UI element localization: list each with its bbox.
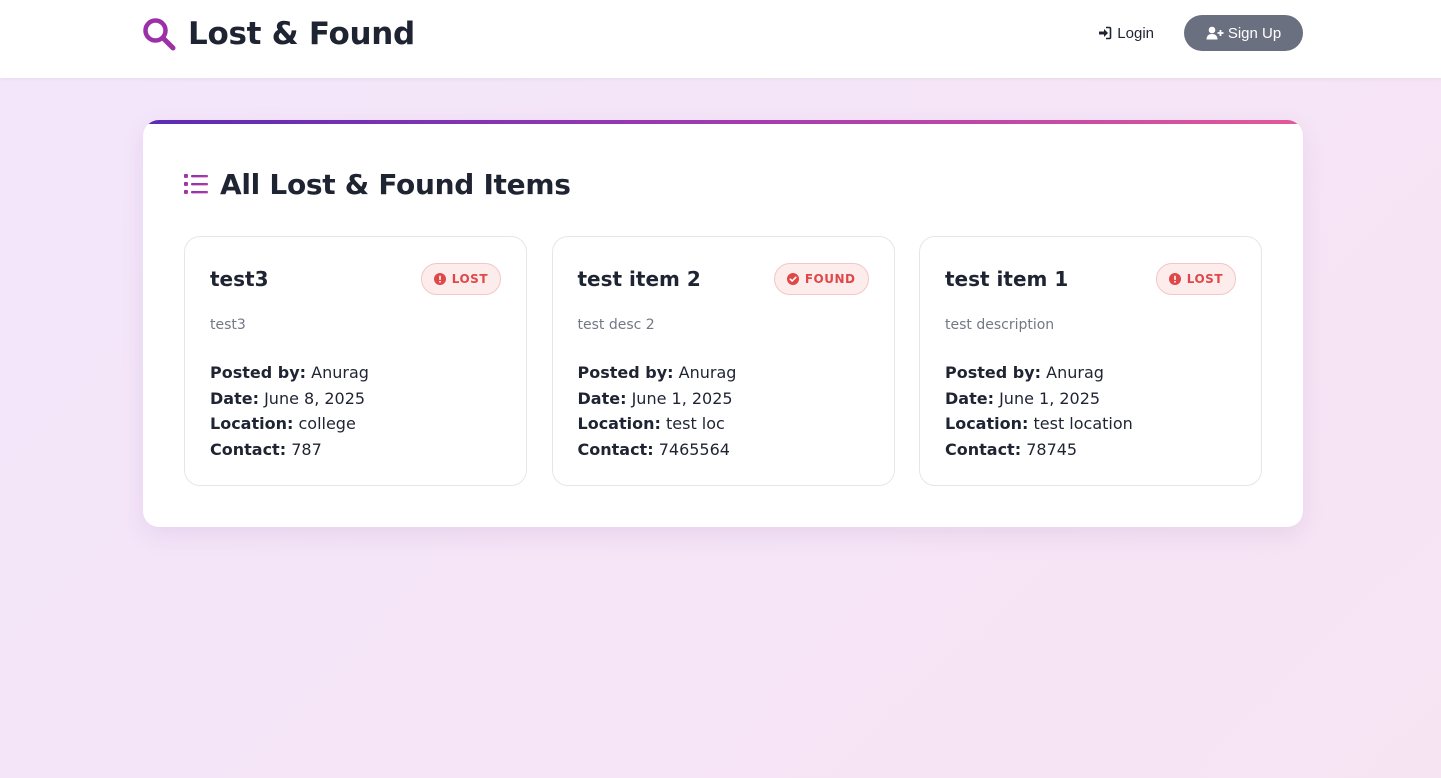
posted-by-label: Posted by: [945,363,1042,382]
nav-actions: Login Sign Up [1098,15,1303,51]
item-details: Posted by: Anurag Date: June 1, 2025 Loc… [578,360,737,462]
items-panel: All Lost & Found Items test3 LOST test3 … [143,120,1303,527]
user-plus-icon [1206,26,1224,40]
status-label: LOST [1186,272,1223,286]
posted-by-row: Posted by: Anurag [945,360,1133,386]
location-row: Location: test loc [578,411,737,437]
login-link[interactable]: Login [1098,25,1154,42]
location-value: test location [1033,414,1133,433]
panel-title: All Lost & Found Items [220,167,571,201]
posted-by-value: Anurag [1046,363,1104,382]
item-details: Posted by: Anurag Date: June 1, 2025 Loc… [945,360,1133,462]
contact-value: 787 [291,439,322,459]
status-badge-found: FOUND [773,263,869,295]
panel-header: All Lost & Found Items [184,164,571,204]
location-value: test loc [665,414,725,433]
signup-button[interactable]: Sign Up [1184,15,1303,51]
location-label: Location: [210,414,294,433]
item-card[interactable]: test3 LOST test3 Posted by: Anurag Date:… [184,236,527,486]
item-card[interactable]: test item 2 FOUND test desc 2 Posted by:… [551,236,895,486]
posted-by-row: Posted by: Anurag [210,360,369,386]
contact-label: Contact: [945,439,1022,459]
contact-value: 78745 [1026,439,1078,459]
list-icon [184,174,208,194]
item-title: test item 1 [945,267,1069,291]
item-cards: test3 LOST test3 Posted by: Anurag Date:… [184,236,1262,486]
date-row: Date: June 1, 2025 [578,386,737,412]
location-label: Location: [945,414,1029,433]
date-row: Date: June 8, 2025 [210,386,369,412]
panel-accent-bar [143,120,1303,124]
item-card[interactable]: test item 1 LOST test description Posted… [919,236,1262,486]
date-row: Date: June 1, 2025 [945,386,1133,412]
location-value: college [298,414,356,433]
brand[interactable]: Lost & Found [142,14,415,54]
exclamation-circle-icon [1168,273,1181,285]
contact-row: Contact: 787 [210,437,369,463]
date-label: Date: [210,388,259,408]
check-circle-icon [786,273,799,285]
status-label: LOST [451,272,488,286]
date-value: June 1, 2025 [631,388,733,408]
exclamation-circle-icon [433,273,446,285]
navbar: Lost & Found Login Sign Up [0,0,1441,78]
location-row: Location: test location [945,411,1133,437]
date-label: Date: [945,388,994,408]
brand-title: Lost & Found [188,16,415,52]
posted-by-label: Posted by: [577,363,674,382]
contact-row: Contact: 78745 [945,437,1133,463]
item-description: test desc 2 [577,317,655,333]
posted-by-value: Anurag [311,363,369,382]
location-label: Location: [577,414,661,433]
date-label: Date: [577,388,627,408]
contact-label: Contact: [577,439,654,459]
signup-label: Sign Up [1227,24,1282,42]
search-icon [143,18,176,51]
item-description: test3 [210,317,246,333]
location-row: Location: college [210,411,369,437]
item-description: test description [945,317,1055,333]
contact-row: Contact: 7465564 [578,437,737,463]
posted-by-label: Posted by: [210,363,307,382]
date-value: June 1, 2025 [999,388,1101,408]
date-value: June 8, 2025 [264,388,366,408]
posted-by-value: Anurag [678,363,737,382]
contact-label: Contact: [210,439,287,459]
item-title: test item 2 [577,267,701,291]
item-details: Posted by: Anurag Date: June 8, 2025 Loc… [210,360,369,462]
item-title: test3 [210,267,269,291]
posted-by-row: Posted by: Anurag [578,360,737,386]
login-label: Login [1117,24,1154,42]
sign-in-icon [1099,26,1112,40]
contact-value: 7465564 [658,439,730,459]
status-badge-lost: LOST [420,263,501,295]
status-badge-lost: LOST [1155,263,1236,295]
status-label: FOUND [804,272,856,286]
